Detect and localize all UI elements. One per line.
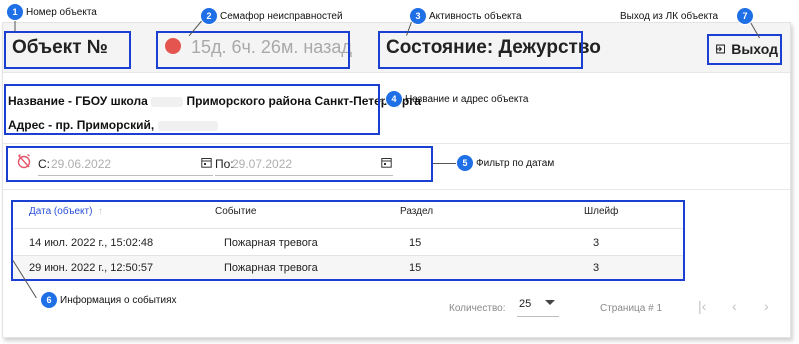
screenshot-frame: Объект № 15д. 6ч. 26м. назад Состояние: … (0, 0, 799, 344)
callout-label-3: Активность объекта (429, 11, 522, 22)
callout-leader (433, 163, 458, 164)
callout-label-2: Семафор неисправностей (220, 11, 343, 22)
page-size-underline (517, 316, 559, 317)
callout-box-semaphore (156, 31, 350, 69)
page-size-label: Количество: (449, 303, 506, 314)
chevron-down-icon[interactable] (545, 300, 555, 305)
callout-badge-7: 7 (737, 8, 753, 24)
section-divider (3, 189, 790, 190)
callout-box-exit (707, 34, 782, 65)
previous-page-icon[interactable]: ‹ (732, 298, 737, 314)
page-size-select[interactable]: 25 (519, 298, 531, 310)
callout-box-date-filter (6, 146, 433, 182)
callout-box-object-number (4, 31, 131, 69)
callout-label-4: Название и адрес объекта (405, 94, 529, 105)
callout-badge-3: 3 (410, 8, 426, 24)
callout-box-events (11, 200, 685, 281)
callout-label-7: Выход из ЛК объекта (620, 11, 719, 22)
page-indicator: Страница # 1 (600, 303, 663, 314)
callout-badge-2: 2 (201, 8, 217, 24)
callout-badge-6: 6 (41, 292, 57, 308)
callout-box-object-info (4, 84, 380, 135)
callout-label-5: Фильтр по датам (476, 158, 555, 169)
callout-badge-1: 1 (7, 4, 23, 20)
callout-label-1: Номер объекта (26, 7, 97, 18)
callout-badge-5: 5 (457, 155, 473, 171)
callout-box-state (378, 31, 583, 69)
section-divider (3, 143, 790, 144)
callout-label-6: Информация о событиях (60, 295, 177, 306)
first-page-icon[interactable]: |‹ (698, 298, 706, 314)
callout-badge-4: 4 (386, 91, 402, 107)
next-page-icon[interactable]: › (764, 298, 769, 314)
